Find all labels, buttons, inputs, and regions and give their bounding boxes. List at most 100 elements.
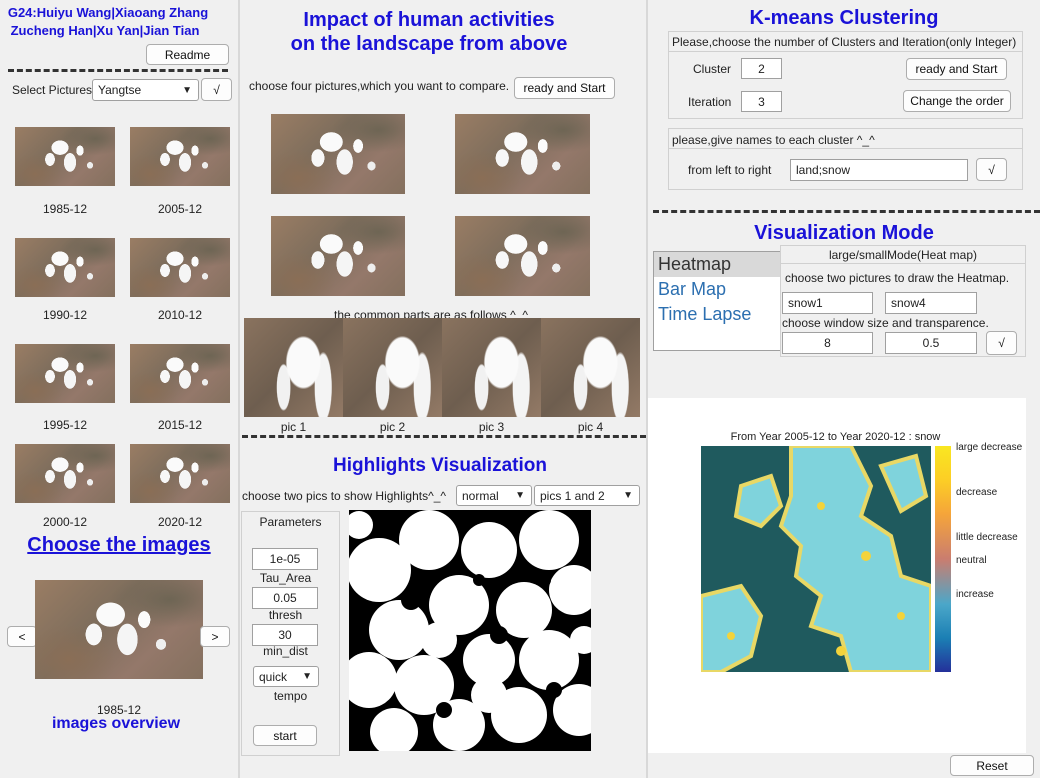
thumbnail-image[interactable] [130,127,230,186]
common-part-caption: pic 4 [577,420,604,434]
heatmap-image [701,446,931,672]
thumbnail-caption: 2015-12 [157,418,203,432]
choose-images-title: Choose the images [27,534,211,556]
next-image-button[interactable]: > [200,626,230,647]
cluster-input[interactable]: 2 [741,58,782,79]
names-confirm-button[interactable]: √ [976,158,1007,181]
colorbar-tick: decrease [956,487,998,498]
select-pictures-label: Select Pictures [12,83,93,97]
heatmap-picture-b-input[interactable]: snow4 [885,292,977,314]
heatmap-picture-a-input[interactable]: snow1 [782,292,873,314]
mode-listbox[interactable]: Heatmap Bar Map Time Lapse [653,251,781,351]
readme-button[interactable]: Readme [146,44,229,65]
tempo-label: tempo [273,689,308,703]
iteration-label: Iteration [688,95,732,109]
heatmap-confirm-button[interactable]: √ [986,331,1017,355]
colorbar [935,446,951,672]
parameters-title: Parameters [259,515,322,529]
main-title-line-2: on the landscape from above [290,33,568,55]
authors-line-2: Zucheng Han|Xu Yan|Jian Tian [10,23,200,38]
common-part-caption: pic 2 [379,420,406,434]
heatmap-axes: From Year 2005-12 to Year 2020-12 : snow… [648,398,1026,753]
kmeans-prompt: Please,choose the number of Clusters and… [672,35,1017,49]
mode-time-lapse[interactable]: Time Lapse [654,302,780,327]
thumbnail-caption: 1990-12 [42,308,88,322]
names-prompt: please,give names to each cluster ^_^ [672,133,875,147]
highlight-pics-value: pics 1 and 2 [540,488,605,503]
chevron-down-icon: ▼ [182,84,192,96]
left-right-label: from left to right [688,163,772,177]
tempo-select[interactable]: quick ▼ [253,666,319,687]
chevron-down-icon: ▼ [515,490,525,501]
images-overview-title: images overview [51,715,181,732]
thumbnail-caption: 2010-12 [157,308,203,322]
mode-bar-map[interactable]: Bar Map [654,277,780,302]
select-confirm-button[interactable]: √ [201,78,232,101]
cluster-label: Cluster [693,62,732,76]
compare-image-1 [271,114,405,194]
compare-image-2 [455,114,590,194]
choose-four-text: choose four pictures,which you want to c… [249,79,510,93]
highlight-mode-select[interactable]: normal ▼ [456,485,532,506]
thumbnail-caption: 2000-12 [42,515,88,529]
preview-image [35,580,203,679]
thumbnail-caption: 2020-12 [157,515,203,529]
kmeans-ready-button[interactable]: ready and Start [906,58,1007,80]
cluster-names-input[interactable]: land;snow [790,159,968,181]
highlights-mask [349,510,591,751]
divider [242,435,646,438]
window-size-input[interactable]: 8 [782,332,873,354]
start-button[interactable]: start [253,725,317,746]
thumbnail-image[interactable] [15,444,115,503]
thresh-input[interactable]: 0.05 [252,587,318,609]
highlight-mode-value: normal [462,488,499,503]
thresh-label: thresh [268,608,303,622]
picture-set-value: Yangtse [98,83,142,97]
kmeans-title: K-means Clustering [749,7,939,29]
colorbar-tick: little decrease [956,532,1018,543]
divider [653,210,1040,213]
reset-button[interactable]: Reset [950,755,1034,776]
min-dist-input[interactable]: 30 [252,624,318,646]
tempo-value: quick [259,669,288,684]
window-prompt: choose window size and transparence. [782,316,989,330]
colorbar-tick: large decrease [956,442,1023,453]
highlight-pics-select[interactable]: pics 1 and 2 ▼ [534,485,640,506]
highlights-image [349,510,591,751]
thumbnail-image[interactable] [15,127,115,186]
compare-image-3 [271,216,405,296]
visualization-title: Visualization Mode [754,222,934,244]
tau-area-label: Tau_Area [259,571,312,585]
highlights-title: Highlights Visualization [333,455,547,476]
heatmap-prompt: choose two pictures to draw the Heatmap. [785,271,1010,285]
tau-area-input[interactable]: 1e-05 [252,548,318,570]
heatmap-plot [701,446,931,672]
chevron-down-icon: ▼ [302,671,312,682]
divider [8,69,228,72]
thumbnail-image[interactable] [130,238,230,297]
thumbnail-image[interactable] [15,344,115,403]
common-part-caption: pic 3 [478,420,505,434]
highlights-text: choose two pics to show Highlights^_^ [242,489,447,503]
colorbar-tick: neutral [956,555,987,566]
thumbnail-caption: 1995-12 [42,418,88,432]
compare-image-4 [455,216,590,296]
thumbnail-caption: 2005-12 [157,202,203,216]
change-order-button[interactable]: Change the order [903,90,1011,112]
mode-heatmap[interactable]: Heatmap [654,252,780,277]
chevron-down-icon: ▼ [623,490,633,501]
min-dist-label: min_dist [263,644,308,658]
authors-line-1: G24:Huiyu Wang|Xiaoang Zhang [7,5,209,20]
transparence-input[interactable]: 0.5 [885,332,977,354]
thumbnail-image[interactable] [130,444,230,503]
left-panel: G24:Huiyu Wang|Xiaoang Zhang Zucheng Han… [0,0,238,778]
prev-image-button[interactable]: < [7,626,37,647]
thumbnail-image[interactable] [15,238,115,297]
compare-ready-button[interactable]: ready and Start [514,77,615,99]
common-part-image [244,318,343,417]
iteration-input[interactable]: 3 [741,91,782,112]
picture-set-select[interactable]: Yangtse ▼ [92,79,199,101]
main-title-line-1: Impact of human activities [303,9,555,31]
middle-panel: Impact of human activities on the landsc… [240,0,646,778]
thumbnail-image[interactable] [130,344,230,403]
